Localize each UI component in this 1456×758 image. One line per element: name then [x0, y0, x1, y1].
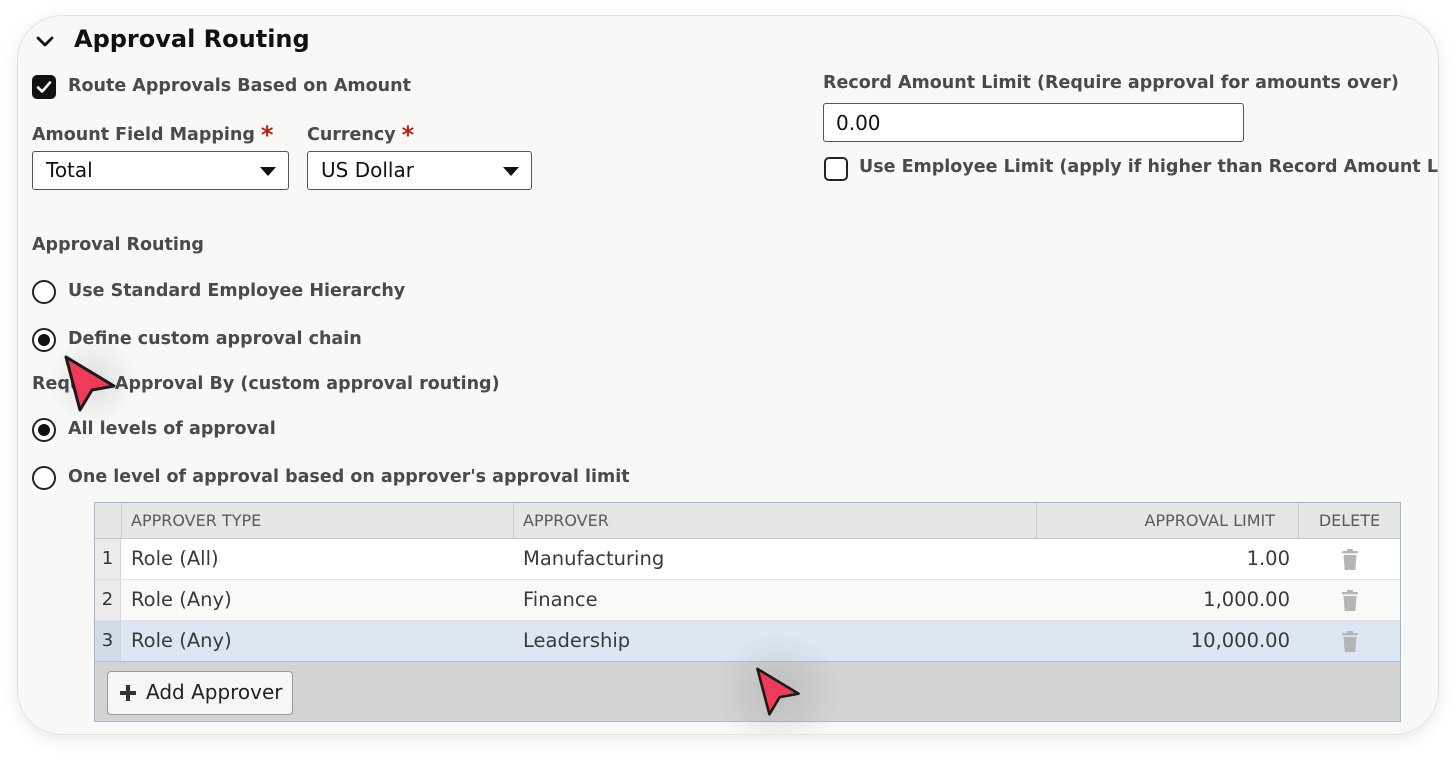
pointer-cursor-icon [756, 667, 800, 716]
use-employee-limit-label: Use Employee Limit (apply if higher than… [859, 157, 1438, 177]
use-employee-limit-checkbox[interactable] [824, 157, 848, 181]
currency-value: US Dollar [321, 158, 414, 182]
caret-down-icon [503, 167, 519, 176]
column-divider [121, 503, 122, 539]
currency-text: Currency [307, 125, 396, 145]
record-amount-limit-input[interactable] [823, 103, 1244, 142]
row-number: 1 [95, 539, 121, 579]
checkmark-icon [36, 81, 52, 93]
table-header: APPROVER TYPE APPROVER APPROVAL LIMIT DE… [95, 503, 1400, 539]
radio-one-level[interactable] [32, 466, 56, 490]
table-row[interactable]: 1 Role (All) Manufacturing 1.00 [95, 539, 1400, 580]
column-approver-type[interactable]: APPROVER TYPE [131, 503, 261, 539]
chevron-down-icon[interactable] [34, 31, 56, 53]
radio-selected-dot [38, 424, 50, 436]
column-approval-limit[interactable]: APPROVAL LIMIT [1046, 503, 1275, 539]
column-divider [513, 503, 514, 539]
trash-icon[interactable] [1341, 590, 1359, 612]
trash-icon[interactable] [1341, 631, 1359, 653]
required-asterisk: * [401, 121, 415, 149]
amount-field-mapping-label: Amount Field Mapping * [32, 120, 273, 147]
approval-routing-card: Approval Routing Route Approvals Based o… [18, 16, 1438, 734]
add-approver-label: Add Approver [146, 680, 283, 704]
approver-cell[interactable]: Manufacturing [523, 539, 664, 579]
row-number: 3 [95, 621, 121, 661]
trash-icon[interactable] [1341, 549, 1359, 571]
column-delete: DELETE [1318, 511, 1381, 530]
approver-cell[interactable]: Leadership [523, 621, 630, 661]
record-amount-limit-label: Record Amount Limit (Require approval fo… [823, 73, 1399, 93]
currency-select[interactable]: US Dollar [307, 151, 532, 190]
approval-routing-heading: Approval Routing [32, 235, 204, 255]
radio-one-level-label: One level of approval based on approver'… [68, 467, 630, 487]
caret-down-icon [260, 167, 276, 176]
column-approver[interactable]: APPROVER [523, 503, 609, 539]
plus-icon [120, 685, 136, 701]
route-by-amount-checkbox[interactable] [32, 75, 56, 99]
radio-all-levels[interactable] [32, 418, 56, 442]
amount-field-mapping-text: Amount Field Mapping [32, 125, 255, 145]
approval-limit-cell[interactable]: 10,000.00 [1046, 621, 1290, 661]
radio-standard-hierarchy[interactable] [32, 280, 56, 304]
required-asterisk: * [260, 121, 274, 149]
add-approver-button[interactable]: Add Approver [107, 671, 293, 715]
approver-cell[interactable]: Finance [523, 580, 598, 620]
route-by-amount-label: Route Approvals Based on Amount [68, 76, 411, 96]
pointer-cursor-icon [64, 355, 116, 412]
approver-type-cell[interactable]: Role (Any) [131, 580, 232, 620]
radio-standard-hierarchy-label: Use Standard Employee Hierarchy [68, 281, 406, 301]
approval-limit-cell[interactable]: 1.00 [1046, 539, 1290, 579]
column-divider [1036, 503, 1037, 539]
approver-type-cell[interactable]: Role (Any) [131, 621, 232, 661]
row-number: 2 [95, 580, 121, 620]
radio-selected-dot [38, 334, 50, 346]
approver-type-cell[interactable]: Role (All) [131, 539, 219, 579]
amount-field-mapping-select[interactable]: Total [32, 151, 289, 190]
section-title: Approval Routing [74, 25, 310, 53]
approval-limit-cell[interactable]: 1,000.00 [1046, 580, 1290, 620]
table-row[interactable]: 2 Role (Any) Finance 1,000.00 [95, 580, 1400, 621]
currency-label: Currency * [307, 120, 414, 147]
radio-custom-chain[interactable] [32, 328, 56, 352]
amount-field-mapping-value: Total [46, 158, 93, 182]
